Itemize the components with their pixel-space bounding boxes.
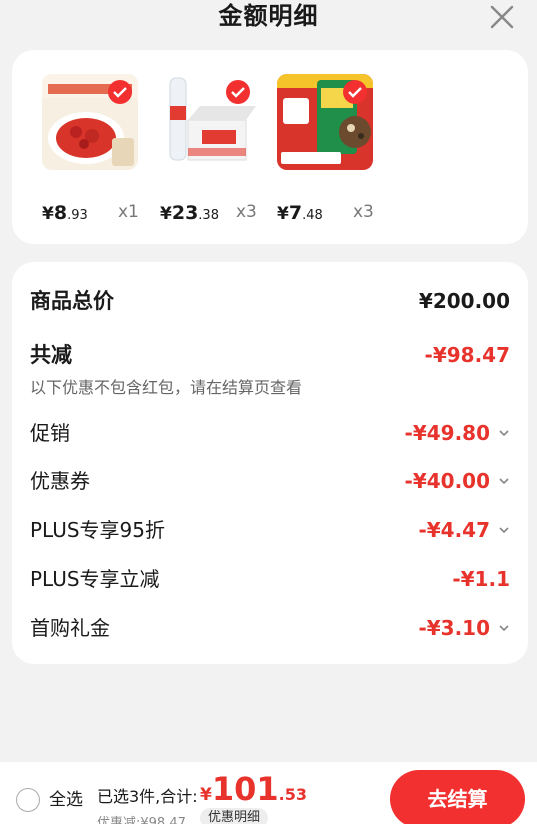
page-title: 金额明细 bbox=[218, 2, 319, 30]
discount-value: -¥1.1 bbox=[452, 567, 510, 591]
total-price-label: 商品总价 bbox=[30, 289, 114, 313]
product-card: ¥8.93 x1 ¥23.38 x3 ¥7.48 x3 bbox=[12, 50, 528, 244]
discount-row-promotion[interactable]: 促销 -¥49.80 bbox=[30, 416, 510, 450]
chevron-down-icon[interactable] bbox=[498, 623, 510, 633]
select-all-radio[interactable] bbox=[16, 788, 40, 812]
product-price: ¥23.38 bbox=[160, 202, 219, 224]
product-image bbox=[42, 74, 138, 170]
product-item[interactable]: ¥7.48 x3 bbox=[277, 74, 387, 224]
product-price: ¥8.93 bbox=[42, 202, 88, 224]
discount-row-coupon[interactable]: 优惠券 -¥40.00 bbox=[30, 464, 510, 498]
product-image bbox=[160, 74, 256, 170]
bottom-bar: 全选 已选3件,合计: ¥101.53 优惠减:¥98.47 优惠明细 去结算 bbox=[0, 762, 537, 824]
footer-discount-text: 优惠减:¥98.47 bbox=[97, 816, 186, 824]
chevron-down-icon[interactable] bbox=[498, 525, 510, 535]
header: 金额明细 bbox=[0, 0, 537, 36]
total-price-value: ¥200.00 bbox=[418, 289, 510, 313]
select-all-label[interactable]: 全选 bbox=[49, 788, 83, 812]
checkout-button[interactable]: 去结算 bbox=[390, 770, 525, 824]
summary-card: 商品总价 ¥200.00 共减 -¥98.47 以下优惠不包含红包，请在结算页查… bbox=[12, 262, 528, 664]
product-item[interactable]: ¥23.38 x3 bbox=[160, 74, 270, 224]
discount-label: PLUS专享立减 bbox=[30, 567, 160, 591]
chevron-down-icon[interactable] bbox=[498, 476, 510, 486]
footer-total-price: ¥101.53 bbox=[200, 770, 307, 808]
discount-row-plus-reduce: PLUS专享立减 -¥1.1 bbox=[30, 562, 510, 596]
selected-count-text: 已选3件,合计: bbox=[97, 787, 198, 806]
product-price: ¥7.48 bbox=[277, 202, 323, 224]
discount-row-plus95[interactable]: PLUS专享95折 -¥4.47 bbox=[30, 513, 510, 547]
product-item[interactable]: ¥8.93 x1 bbox=[42, 74, 152, 224]
discount-value: -¥4.47 bbox=[418, 518, 490, 542]
product-quantity: x3 bbox=[236, 202, 257, 222]
discount-value: -¥40.00 bbox=[404, 469, 490, 493]
discount-label: 促销 bbox=[30, 421, 70, 445]
product-image bbox=[277, 74, 373, 170]
discount-value: -¥3.10 bbox=[418, 616, 490, 640]
discount-label: 首购礼金 bbox=[30, 616, 110, 640]
checked-icon[interactable] bbox=[226, 80, 250, 104]
checked-icon[interactable] bbox=[108, 80, 132, 104]
close-icon[interactable] bbox=[487, 2, 517, 32]
discount-note: 以下优惠不包含红包，请在结算页查看 bbox=[30, 378, 303, 397]
discount-label: 优惠券 bbox=[30, 469, 90, 493]
discount-row-first-purchase[interactable]: 首购礼金 -¥3.10 bbox=[30, 611, 510, 645]
total-price-row: 商品总价 ¥200.00 bbox=[30, 284, 510, 318]
total-reduce-value: -¥98.47 bbox=[424, 343, 510, 367]
discount-value: -¥49.80 bbox=[404, 421, 490, 445]
checked-icon[interactable] bbox=[343, 80, 367, 104]
product-quantity: x1 bbox=[118, 202, 139, 222]
product-quantity: x3 bbox=[353, 202, 374, 222]
discount-detail-button[interactable]: 优惠明细 bbox=[200, 808, 269, 824]
chevron-down-icon[interactable] bbox=[498, 428, 510, 438]
total-reduce-row: 共减 -¥98.47 bbox=[30, 338, 510, 372]
total-reduce-label: 共减 bbox=[30, 343, 72, 367]
discount-label: PLUS专享95折 bbox=[30, 518, 165, 542]
